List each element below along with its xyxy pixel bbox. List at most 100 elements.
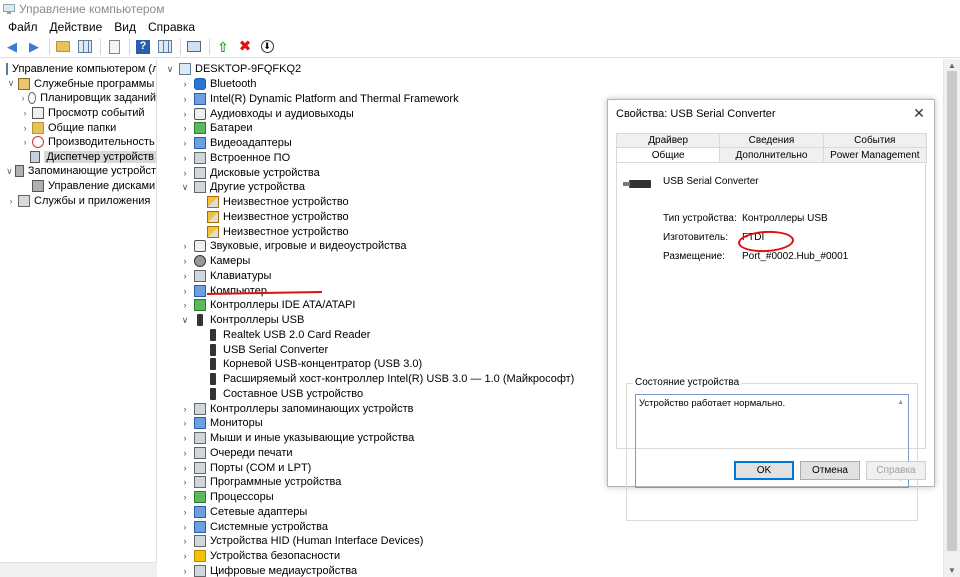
expand-chevron-icon[interactable]: › bbox=[179, 522, 191, 532]
expand-chevron-icon[interactable]: › bbox=[179, 256, 191, 266]
expand-chevron-icon[interactable]: › bbox=[179, 433, 191, 443]
expand-chevron-icon[interactable]: › bbox=[179, 109, 191, 119]
scroll-down-icon[interactable]: ▼ bbox=[948, 566, 956, 575]
console-tree-item[interactable]: Управление дисками bbox=[0, 179, 156, 194]
expand-chevron-icon[interactable]: › bbox=[179, 94, 191, 104]
download-icon[interactable]: ⬇ bbox=[258, 38, 276, 56]
tab-details[interactable]: Сведения bbox=[719, 133, 824, 147]
device-tree-label: Компьютер bbox=[210, 284, 267, 297]
expand-chevron-icon[interactable]: › bbox=[179, 492, 191, 502]
update-driver-icon[interactable]: ⇧ bbox=[214, 38, 232, 56]
tab-advanced[interactable]: Дополнительно bbox=[719, 147, 824, 163]
expand-chevron-icon[interactable]: › bbox=[179, 551, 191, 561]
device-category-icon bbox=[194, 92, 206, 105]
menu-help[interactable]: Справка bbox=[142, 20, 201, 34]
show-tree-icon[interactable] bbox=[76, 38, 94, 56]
up-folder-icon[interactable] bbox=[54, 38, 72, 56]
properties-icon[interactable] bbox=[105, 38, 123, 56]
properties-dialog: Свойства: USB Serial Converter ✕ Драйвер… bbox=[607, 99, 935, 521]
scroll-thumb[interactable] bbox=[947, 71, 957, 551]
status-scroll-up-icon[interactable]: ▲ bbox=[897, 399, 904, 406]
expand-chevron-icon[interactable]: › bbox=[179, 536, 191, 546]
help-icon[interactable]: ? bbox=[134, 38, 152, 56]
menu-action[interactable]: Действие bbox=[44, 20, 109, 34]
expand-chevron-icon[interactable]: › bbox=[179, 566, 191, 576]
expand-chevron-icon[interactable]: › bbox=[179, 300, 191, 310]
console-tree-item[interactable]: › Производительность bbox=[0, 135, 156, 150]
console-tree-item[interactable]: › Планировщик заданий bbox=[0, 91, 156, 106]
services-icon bbox=[18, 194, 30, 207]
device-tree-label: Неизвестное устройство bbox=[223, 210, 349, 223]
device-category-icon bbox=[194, 269, 206, 282]
console-tree-item[interactable]: › Просмотр событий bbox=[0, 106, 156, 121]
console-tree-item[interactable]: Управление компьютером (л bbox=[0, 62, 156, 77]
tab-general[interactable]: Общие bbox=[616, 147, 721, 163]
scan-hardware-icon[interactable] bbox=[185, 38, 203, 56]
ok-button[interactable]: OK bbox=[734, 461, 794, 480]
collapse-chevron-icon[interactable]: ∨ bbox=[6, 78, 16, 89]
expand-chevron-icon[interactable]: › bbox=[179, 79, 191, 89]
storage-icon bbox=[14, 165, 24, 178]
expand-chevron-icon[interactable]: › bbox=[179, 477, 191, 487]
console-tree-label: Просмотр событий bbox=[48, 107, 145, 120]
collapse-chevron-icon[interactable]: ∨ bbox=[6, 166, 13, 177]
tab-driver[interactable]: Драйвер bbox=[616, 133, 721, 147]
device-tree-item[interactable]: › Устройства безопасности bbox=[160, 549, 943, 564]
console-tree-item[interactable]: ∨ Запоминающие устройст bbox=[0, 164, 156, 179]
expand-chevron-icon[interactable]: › bbox=[179, 123, 191, 133]
device-tree-item[interactable]: › Устройства HID (Human Interface Devices… bbox=[160, 534, 943, 549]
expand-chevron-icon[interactable]: › bbox=[179, 153, 191, 163]
scroll-up-icon[interactable]: ▲ bbox=[948, 61, 956, 70]
collapse-chevron-icon[interactable]: ∨ bbox=[179, 315, 191, 326]
expand-chevron-icon[interactable]: › bbox=[20, 93, 26, 103]
tools-icon bbox=[18, 77, 30, 90]
expand-chevron-icon[interactable]: › bbox=[179, 404, 191, 414]
toolbar-separator bbox=[209, 38, 210, 55]
collapse-chevron-icon[interactable]: ∨ bbox=[179, 182, 191, 193]
expand-chevron-icon[interactable]: › bbox=[179, 463, 191, 473]
device-tree-item[interactable]: › Системные устройства bbox=[160, 519, 943, 534]
expand-chevron-icon[interactable]: › bbox=[179, 138, 191, 148]
console-tree-item[interactable]: › Службы и приложения bbox=[0, 193, 156, 208]
back-arrow-icon[interactable]: ◀ bbox=[3, 38, 21, 56]
tab-power-management[interactable]: Power Management bbox=[822, 147, 927, 163]
manufacturer-label: Изготовитель: bbox=[663, 232, 728, 243]
device-name: USB Serial Converter bbox=[663, 176, 759, 187]
dialog-title: Свойства: USB Serial Converter bbox=[616, 108, 776, 120]
cancel-button[interactable]: Отмена bbox=[800, 461, 860, 480]
expand-chevron-icon[interactable]: › bbox=[179, 286, 191, 296]
console-tree-item[interactable]: ∨ Служебные программы bbox=[0, 77, 156, 92]
expand-chevron-icon[interactable]: › bbox=[179, 241, 191, 251]
collapse-chevron-icon[interactable]: ∨ bbox=[164, 64, 176, 75]
device-tree-label: Встроенное ПО bbox=[210, 151, 291, 164]
expand-chevron-icon[interactable]: › bbox=[20, 123, 30, 133]
left-horizontal-scrollbar[interactable] bbox=[0, 562, 157, 577]
expand-chevron-icon[interactable]: › bbox=[20, 137, 30, 147]
expand-chevron-icon[interactable]: › bbox=[179, 418, 191, 428]
close-icon[interactable]: ✕ bbox=[912, 106, 926, 120]
menu-view[interactable]: Вид bbox=[108, 20, 142, 34]
device-manager-icon bbox=[30, 150, 41, 163]
device-status-group: Состояние устройства Устройство работает… bbox=[626, 377, 918, 521]
action-pane-icon[interactable] bbox=[156, 38, 174, 56]
expand-chevron-icon[interactable]: › bbox=[179, 271, 191, 281]
expand-chevron-icon[interactable]: › bbox=[179, 507, 191, 517]
console-tree-item[interactable]: Диспетчер устройств bbox=[0, 150, 156, 165]
expand-chevron-icon[interactable]: › bbox=[179, 168, 191, 178]
device-tree-label: Bluetooth bbox=[210, 78, 257, 91]
help-button[interactable]: Справка bbox=[866, 461, 926, 480]
usb-plug-icon bbox=[210, 358, 216, 371]
menu-file[interactable]: Файл bbox=[2, 20, 44, 34]
device-tree-item[interactable]: › Bluetooth bbox=[160, 77, 943, 92]
tab-events[interactable]: События bbox=[822, 133, 927, 147]
uninstall-device-icon[interactable]: ✖ bbox=[236, 38, 254, 56]
console-tree-item[interactable]: › Общие папки bbox=[0, 120, 156, 135]
device-tree-item[interactable]: › Цифровые медиаустройства bbox=[160, 564, 943, 577]
expand-chevron-icon[interactable]: › bbox=[20, 108, 30, 118]
expand-chevron-icon[interactable]: › bbox=[6, 196, 16, 206]
expand-chevron-icon[interactable]: › bbox=[179, 448, 191, 458]
device-tree-item[interactable]: ∨ DESKTOP-9FQFKQ2 bbox=[160, 62, 943, 77]
device-tree-scrollbar[interactable]: ▲ ▼ bbox=[943, 59, 960, 577]
forward-arrow-icon[interactable]: ▶ bbox=[25, 38, 43, 56]
dialog-title-bar: Свойства: USB Serial Converter bbox=[608, 100, 934, 128]
